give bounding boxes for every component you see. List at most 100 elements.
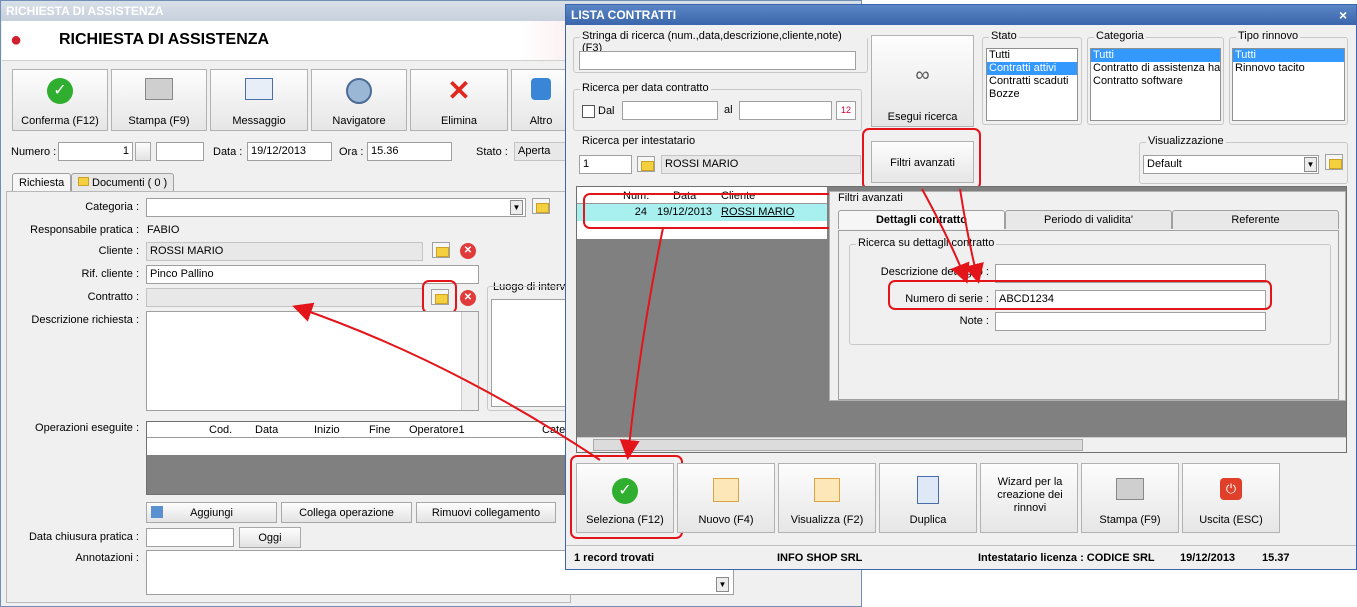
visualizzazione-select[interactable]: Default	[1143, 155, 1319, 174]
stampa-label: Stampa (F9)	[128, 115, 190, 127]
filtri-highlight	[862, 128, 981, 190]
binoculars-icon: ∞	[915, 64, 930, 86]
navigatore-label: Navigatore	[332, 115, 386, 127]
add-icon	[151, 506, 163, 518]
intestatario-name-input[interactable]: ROSSI MARIO	[661, 155, 861, 174]
elimina-button[interactable]: ✕ Elimina	[410, 69, 508, 131]
categoria-item[interactable]: Contratto di assistenza ha	[1091, 62, 1220, 75]
visualizza-button[interactable]: Visualizza (F2)	[778, 463, 876, 533]
col-inizio: Inizio	[314, 424, 340, 436]
rinnovo-item-selected[interactable]: Tutti	[1233, 49, 1344, 62]
tab-referente[interactable]: Referente	[1172, 210, 1339, 229]
categoria-item[interactable]: Contratto software	[1091, 75, 1220, 88]
intestatario-code-input[interactable]: 1	[579, 155, 632, 174]
operazioni-empty-row	[147, 438, 572, 455]
stato-item-selected[interactable]: Contratti attivi	[987, 62, 1077, 75]
horizontal-scrollbar[interactable]	[577, 437, 1346, 452]
descrizione-scrollbar[interactable]	[461, 312, 478, 410]
operazioni-header: Cod. Data Inizio Fine Operatore1 Categ	[147, 422, 572, 438]
contratto-clear-icon[interactable]: ✕	[460, 290, 476, 306]
nuovo-label: Nuovo (F4)	[698, 514, 754, 526]
numero-suffix-button[interactable]	[135, 142, 151, 161]
stato-item[interactable]: Contratti scaduti	[987, 75, 1077, 88]
close-icon[interactable]: ×	[1339, 7, 1347, 23]
conferma-button[interactable]: ✓ Conferma (F12)	[12, 69, 108, 131]
data-label: Data :	[213, 146, 243, 158]
cliente-label: Cliente :	[98, 245, 139, 257]
stampa-button[interactable]: Stampa (F9)	[111, 69, 207, 131]
tab-richiesta[interactable]: Richiesta	[12, 173, 72, 192]
numero-input[interactable]: 1	[58, 142, 133, 161]
cliente-folder-icon[interactable]	[432, 242, 450, 258]
aggiungi-button[interactable]: Aggiungi	[146, 502, 277, 523]
scroll-thumb[interactable]	[593, 439, 1083, 451]
navigatore-button[interactable]: Navigatore	[311, 69, 407, 131]
stato-list[interactable]: Tutti Contratti attivi Contratti scaduti…	[986, 48, 1078, 121]
col-operatore: Operatore1	[409, 424, 465, 436]
cliente-input[interactable]: ROSSI MARIO	[146, 242, 423, 261]
annotazioni-dropdown-arrow[interactable]: ▼	[716, 577, 729, 592]
stampa-lista-label: Stampa (F9)	[1099, 514, 1161, 526]
rimuovi-button[interactable]: Rimuovi collegamento	[416, 502, 556, 523]
dal-checkbox[interactable]	[582, 105, 595, 118]
data-input[interactable]: 19/12/2013	[247, 142, 332, 161]
categoria-folder-icon[interactable]	[532, 198, 550, 214]
esegui-ricerca-button[interactable]: ∞ Esegui ricerca	[871, 35, 974, 127]
note-input[interactable]	[995, 312, 1266, 331]
altro-button[interactable]: Altro	[511, 69, 571, 131]
view-grid-icon	[814, 478, 840, 502]
operazioni-grid[interactable]: Cod. Data Inizio Fine Operatore1 Categ	[146, 421, 572, 495]
al-input[interactable]	[739, 101, 832, 120]
tab-dettagli-contratto[interactable]: Dettagli contratto	[838, 210, 1005, 229]
note-label: Note :	[959, 315, 989, 327]
chiusura-input[interactable]	[146, 528, 234, 547]
rinnovo-item[interactable]: Rinnovo tacito	[1233, 62, 1344, 75]
luogo-textarea[interactable]	[491, 299, 571, 407]
duplica-button[interactable]: Duplica	[879, 463, 977, 533]
categoria-list[interactable]: Tutti Contratto di assistenza ha Contrat…	[1090, 48, 1221, 121]
oggi-button[interactable]: Oggi	[239, 527, 301, 548]
cliente-clear-icon[interactable]: ✕	[460, 243, 476, 259]
collega-button[interactable]: Collega operazione	[281, 502, 412, 523]
duplica-label: Duplica	[909, 514, 947, 526]
visualizzazione-dropdown-arrow[interactable]: ▼	[1304, 157, 1317, 172]
calendar-icon[interactable]: 12	[836, 101, 856, 120]
visualizzazione-caption: Visualizzazione	[1146, 135, 1226, 147]
contratto-input[interactable]	[146, 288, 423, 307]
status-date: 19/12/2013	[1180, 552, 1236, 564]
uscita-label: Uscita (ESC)	[1199, 514, 1263, 526]
responsabile-value: FABIO	[147, 224, 180, 236]
stringa-input[interactable]	[579, 51, 856, 70]
altro-label: Altro	[529, 115, 553, 127]
stampa-lista-button[interactable]: Stampa (F9)	[1081, 463, 1179, 533]
messaggio-button[interactable]: Messaggio	[210, 69, 308, 131]
rinnovo-list[interactable]: Tutti Rinnovo tacito	[1232, 48, 1345, 121]
exit-icon: ⏻	[1220, 478, 1242, 500]
ora-input[interactable]: 15.36	[367, 142, 452, 161]
stato-caption: Stato	[989, 30, 1019, 42]
numero-suffix-input[interactable]	[156, 142, 204, 161]
stato-item[interactable]: Tutti	[987, 49, 1077, 62]
tab-periodo-validita[interactable]: Periodo di validita'	[1005, 210, 1172, 229]
status-records: 1 record trovati	[574, 552, 655, 564]
lista-contratti-window: LISTA CONTRATTI × Stringa di ricerca (nu…	[565, 4, 1357, 570]
stato-input[interactable]: Aperta	[514, 142, 569, 161]
categoria-dropdown-arrow[interactable]: ▼	[510, 200, 523, 215]
printer-icon	[145, 78, 173, 100]
descrizione-textarea[interactable]	[146, 311, 479, 411]
categoria-item-selected[interactable]: Tutti	[1091, 49, 1220, 62]
tab-documenti[interactable]: Documenti ( 0 )	[71, 173, 175, 192]
visualizzazione-folder-icon[interactable]	[1325, 154, 1343, 170]
messaggio-label: Messaggio	[232, 115, 286, 127]
categoria-caption: Categoria	[1094, 30, 1146, 42]
compass-icon	[346, 78, 372, 104]
intestatario-folder-icon[interactable]	[637, 156, 655, 172]
uscita-button[interactable]: ⏻ Uscita (ESC)	[1182, 463, 1280, 533]
dal-input[interactable]	[622, 101, 718, 120]
nuovo-button[interactable]: Nuovo (F4)	[677, 463, 775, 533]
col-cod: Cod.	[209, 424, 233, 436]
wizard-label: Wizard per la creazione dei rinnovi	[997, 476, 1063, 514]
wizard-rinnovi-button[interactable]: Wizard per la creazione dei rinnovi	[980, 463, 1078, 533]
categoria-select[interactable]	[146, 198, 526, 217]
stato-item[interactable]: Bozze	[987, 88, 1077, 101]
